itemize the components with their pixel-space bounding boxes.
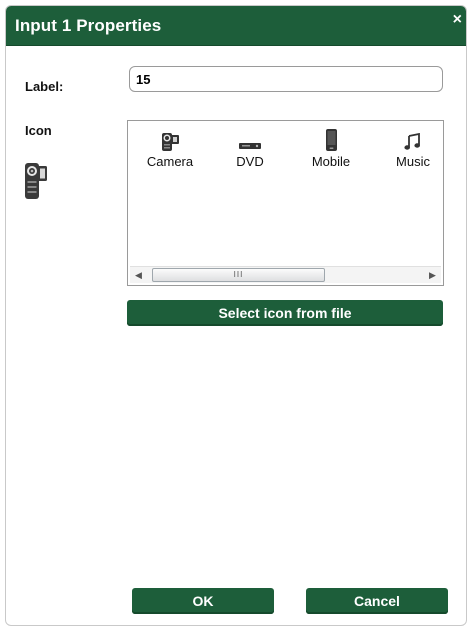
dvd-icon — [210, 127, 290, 151]
icon-item-label: Camera — [146, 154, 194, 169]
icon-item-label: Music — [396, 154, 430, 169]
icon-item-camera[interactable]: Camera — [130, 127, 210, 169]
dialog-title: Input 1 Properties — [15, 16, 162, 35]
camera-icon — [130, 127, 210, 151]
scroll-left-icon[interactable]: ◀ — [130, 267, 147, 283]
select-icon-from-file-button[interactable]: Select icon from file — [127, 300, 443, 326]
music-icon — [373, 127, 453, 151]
close-icon[interactable]: × — [453, 12, 462, 28]
scrollbar-thumb[interactable]: III — [152, 268, 325, 282]
icon-item-label: DVD — [236, 154, 264, 169]
ok-button[interactable]: OK — [132, 588, 274, 614]
cancel-button[interactable]: Cancel — [306, 588, 448, 614]
icon-list[interactable]: Camera DVD Mobile Music ◀ III ▶ — [127, 120, 444, 286]
label-input[interactable] — [129, 66, 443, 92]
mobile-icon — [291, 127, 371, 151]
icon-item-mobile[interactable]: Mobile — [291, 127, 371, 169]
title-bar[interactable]: Input 1 Properties × — [6, 6, 466, 46]
icon-caption: Icon — [25, 123, 52, 138]
input-properties-dialog: Input 1 Properties × Label: Icon — [5, 5, 467, 626]
horizontal-scrollbar[interactable]: ◀ III ▶ — [130, 266, 441, 283]
selected-camera-icon — [25, 163, 47, 204]
label-caption: Label: — [25, 79, 64, 94]
scroll-right-icon[interactable]: ▶ — [424, 267, 441, 283]
icon-item-label: Mobile — [311, 154, 351, 169]
icon-item-music[interactable]: Music — [373, 127, 453, 169]
icon-item-dvd[interactable]: DVD — [210, 127, 290, 169]
